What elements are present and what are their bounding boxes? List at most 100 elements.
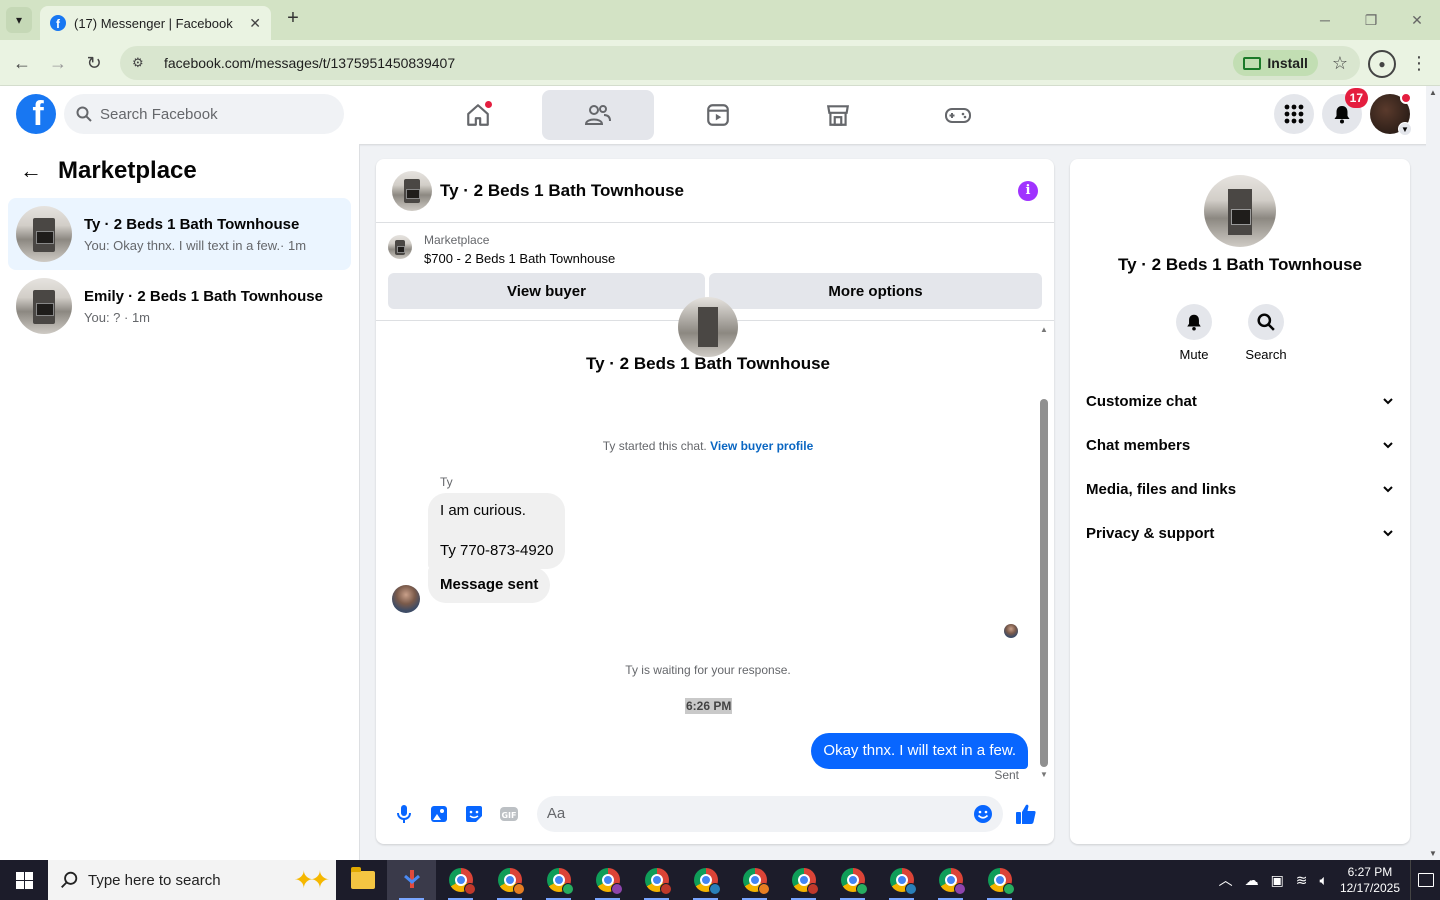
section-chat-members[interactable]: Chat members <box>1078 423 1402 467</box>
chrome-icon <box>938 868 966 895</box>
new-tab-button[interactable]: + <box>282 8 304 30</box>
scroll-up-icon[interactable]: ▲ <box>1040 325 1048 334</box>
mute-button[interactable]: Mute <box>1176 304 1212 362</box>
nav-friends[interactable] <box>542 90 654 140</box>
section-privacy-support[interactable]: Privacy & support <box>1078 511 1402 555</box>
outgoing-message[interactable]: Okay thnx. I will text in a few. <box>811 733 1028 769</box>
mute-circle[interactable] <box>1176 304 1212 340</box>
taskbar-chrome[interactable] <box>583 860 632 900</box>
scroll-down-icon[interactable]: ▼ <box>1429 849 1437 858</box>
start-button[interactable] <box>0 860 48 900</box>
conversation-item[interactable]: Ty · 2 Beds 1 Bath Townhouse You: Okay t… <box>8 198 351 270</box>
windows-logo-icon <box>15 871 33 889</box>
incoming-message[interactable]: I am curious. Ty 770-873-4920 <box>428 493 566 569</box>
notifications-button[interactable]: 17 <box>1322 88 1368 134</box>
taskbar-clock[interactable]: 6:27 PM 12/17/2025 <box>1340 864 1400 896</box>
bell-icon <box>1334 106 1350 124</box>
nav-home[interactable] <box>422 90 534 140</box>
conversation-item[interactable]: Emily · 2 Beds 1 Bath Townhouse You: ? ·… <box>8 270 351 342</box>
view-buyer-profile-link[interactable]: View buyer profile <box>710 439 813 453</box>
site-info-icon[interactable]: ⚙ <box>132 55 152 71</box>
taskbar-search[interactable]: ✦✦ <box>48 860 336 900</box>
listing-thumbnail <box>16 206 72 262</box>
page-scrollbar[interactable]: ▲ ▼ <box>1426 86 1440 860</box>
marketplace-icon <box>826 105 850 126</box>
taskbar-chrome[interactable] <box>436 860 485 900</box>
reload-button[interactable]: ↻ <box>82 51 106 75</box>
taskbar-chrome[interactable] <box>877 860 926 900</box>
tab-search-button[interactable]: ▾ <box>6 7 32 33</box>
message-input[interactable] <box>546 805 973 822</box>
message-thread[interactable]: Ty · 2 Beds 1 Bath Townhouse Ty started … <box>376 297 1054 783</box>
section-label: Chat members <box>1086 436 1191 454</box>
taskbar-file-explorer[interactable] <box>338 860 387 900</box>
volume-icon[interactable]: 🔈︎ <box>1320 872 1328 889</box>
scroll-down-icon[interactable]: ▼ <box>1040 770 1048 779</box>
wifi-icon[interactable]: ≋ <box>1296 872 1308 889</box>
cloud-icon[interactable]: ☁ <box>1245 872 1259 889</box>
taskbar-chrome[interactable] <box>534 860 583 900</box>
view-buyer-button[interactable]: View buyer <box>388 273 705 309</box>
forward-button[interactable]: → <box>46 51 70 75</box>
voice-clip-button[interactable] <box>386 796 421 832</box>
bookmark-star-icon[interactable]: ☆ <box>1332 53 1348 74</box>
more-options-button[interactable]: More options <box>709 273 1042 309</box>
notification-center-button[interactable] <box>1410 860 1440 900</box>
facebook-search-input[interactable] <box>100 105 320 123</box>
browser-profile-icon[interactable]: ● <box>1368 50 1396 78</box>
facebook-search[interactable] <box>64 94 344 134</box>
browser-tab-messenger[interactable]: f (17) Messenger | Facebook ✕ <box>40 6 271 40</box>
tab-close-icon[interactable]: ✕ <box>249 15 261 32</box>
seen-indicator-avatar <box>1004 624 1018 638</box>
browser-menu-icon[interactable]: ⋮ <box>1410 51 1428 75</box>
scroll-up-icon[interactable]: ▲ <box>1429 88 1437 97</box>
attach-media-button[interactable] <box>421 796 456 832</box>
section-customize-chat[interactable]: Customize chat <box>1078 379 1402 423</box>
message-input-wrapper[interactable] <box>536 795 1003 832</box>
menu-button[interactable] <box>1274 94 1314 134</box>
account-avatar[interactable]: ▼ <box>1370 92 1412 136</box>
nav-video[interactable] <box>662 90 774 140</box>
nav-gaming[interactable] <box>902 90 1014 140</box>
taskbar-chrome[interactable] <box>926 860 975 900</box>
back-button[interactable]: ← <box>10 51 34 75</box>
like-button[interactable] <box>1009 796 1044 832</box>
url-text[interactable]: facebook.com/messages/t/1375951450839407 <box>164 55 1233 71</box>
taskbar-chrome[interactable] <box>779 860 828 900</box>
taskbar-chrome[interactable] <box>828 860 877 900</box>
scroll-thumb[interactable] <box>1040 399 1048 767</box>
section-media-files-links[interactable]: Media, files and links <box>1078 467 1402 511</box>
taskbar-search-input[interactable] <box>88 871 258 889</box>
install-app-button[interactable]: Install <box>1233 50 1318 76</box>
gif-button[interactable]: GIF <box>492 796 527 832</box>
address-bar[interactable]: ⚙ facebook.com/messages/t/13759514508394… <box>120 46 1360 80</box>
search-circle[interactable] <box>1248 304 1284 340</box>
search-label: Search <box>1245 347 1287 362</box>
taskbar-chrome[interactable] <box>485 860 534 900</box>
facebook-logo[interactable]: f <box>16 94 56 134</box>
chat-avatar[interactable] <box>392 170 432 211</box>
thread-scrollbar[interactable]: ▲ ▼ <box>1038 325 1050 779</box>
chat-title[interactable]: Ty · 2 Beds 1 Bath Townhouse <box>440 181 1018 201</box>
chrome-icon <box>448 868 476 895</box>
info-icon[interactable]: i <box>1018 180 1038 201</box>
search-in-chat-button[interactable]: Search <box>1245 304 1287 362</box>
browser-toolbar: ← → ↻ ⚙ facebook.com/messages/t/13759514… <box>0 40 1440 86</box>
taskbar-chrome[interactable] <box>975 860 1024 900</box>
taskbar-chrome[interactable] <box>681 860 730 900</box>
chevron-up-icon[interactable]: ︿ <box>1219 870 1233 890</box>
emoji-icon[interactable] <box>973 804 993 824</box>
taskbar-app-pinned[interactable] <box>387 860 436 900</box>
restore-button[interactable]: ❐ <box>1348 0 1394 40</box>
marketplace-listing-row[interactable]: Marketplace $700 - 2 Beds 1 Bath Townhou… <box>376 223 1054 266</box>
nav-marketplace[interactable] <box>782 90 894 140</box>
camera-icon[interactable]: ▣ <box>1271 872 1284 889</box>
account-alert-dot <box>1400 92 1412 104</box>
minimize-button[interactable]: ─ <box>1302 0 1348 40</box>
close-window-button[interactable]: ✕ <box>1394 0 1440 40</box>
incoming-message[interactable]: Message sent <box>428 567 551 603</box>
sticker-button[interactable] <box>456 796 491 832</box>
taskbar-chrome[interactable] <box>632 860 681 900</box>
taskbar-chrome[interactable] <box>730 860 779 900</box>
back-arrow-icon[interactable]: ← <box>20 158 42 184</box>
